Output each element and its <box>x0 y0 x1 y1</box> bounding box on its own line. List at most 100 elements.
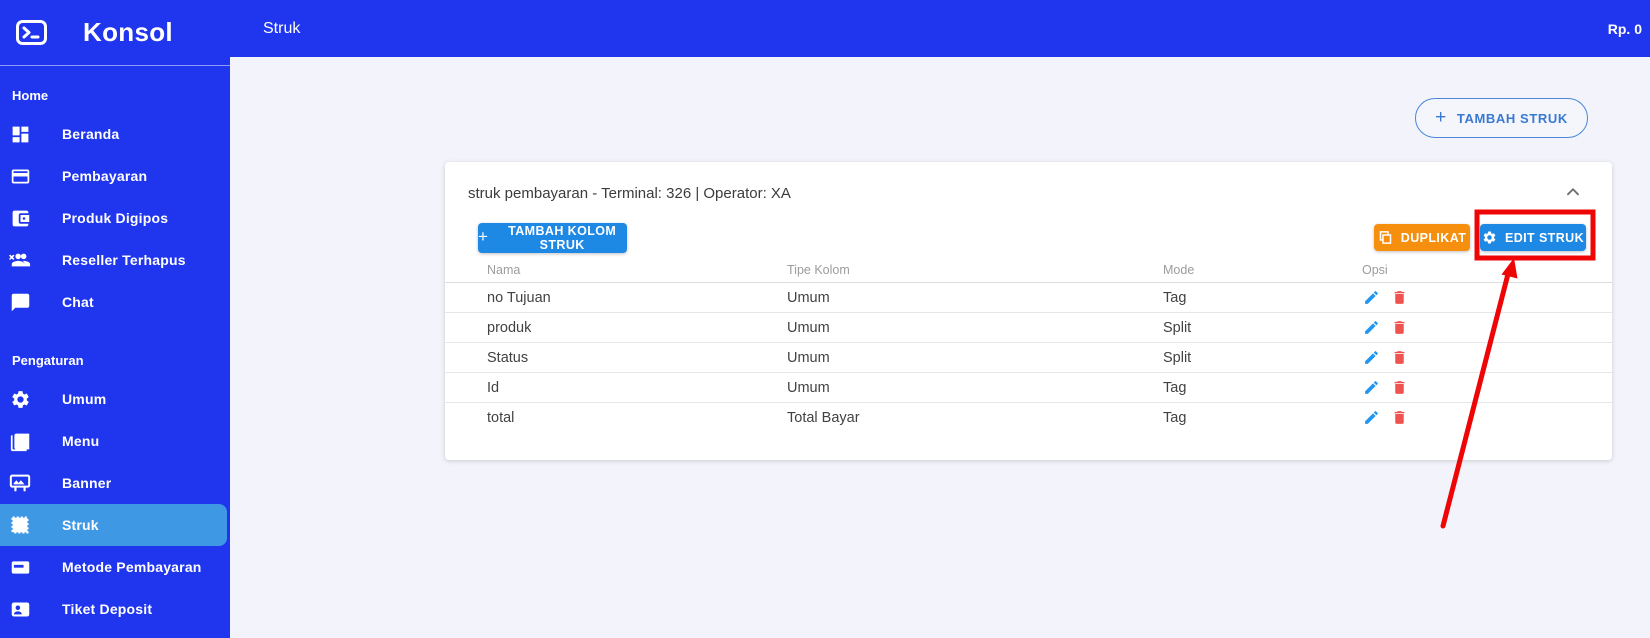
balance-display: Rp. 0 <box>1607 20 1642 37</box>
page-title: Struk <box>263 19 301 37</box>
wallet-icon <box>8 206 32 230</box>
struk-card: struk pembayaran - Terminal: 326 | Opera… <box>445 162 1612 460</box>
sidebar-item-chat[interactable]: Chat <box>0 281 227 323</box>
sidebar-item-banner[interactable]: Banner <box>0 462 227 504</box>
cell-tipe: Umum <box>787 289 830 306</box>
cell-tipe: Umum <box>787 319 830 336</box>
cell-mode: Tag <box>1163 410 1187 426</box>
collapse-button[interactable] <box>1560 180 1586 206</box>
edit-row-button[interactable] <box>1362 379 1380 397</box>
sidebar-item-reseller-terhapus[interactable]: Reseller Terhapus <box>0 239 227 281</box>
brand-title: Konsol <box>83 17 173 47</box>
table-row: Id Umum Tag <box>445 373 1612 403</box>
sidebar-item-label: Pembayaran <box>62 168 148 184</box>
delete-row-button[interactable] <box>1390 409 1408 427</box>
chevron-up-icon <box>1567 187 1579 195</box>
edit-struk-button[interactable]: EDIT STRUK <box>1480 224 1586 251</box>
sidebar-item-label: Banner <box>62 475 112 491</box>
plus-icon: + <box>478 227 489 246</box>
table-header-row: Nama Tipe Kolom Mode Opsi <box>445 258 1612 283</box>
add-column-label: TAMBAH KOLOM STRUK <box>508 224 617 252</box>
cell-opsi <box>1362 319 1612 337</box>
topbar: Struk Rp. 0 <box>230 0 1650 57</box>
edit-row-button[interactable] <box>1362 349 1380 367</box>
cell-tipe: Total Bayar <box>787 410 860 426</box>
sidebar-item-produk-digipos[interactable]: Produk Digipos <box>0 197 227 239</box>
sidebar-item-beranda[interactable]: Beranda <box>0 113 227 155</box>
sidebar-item-label: Chat <box>62 294 94 310</box>
cell-mode: Split <box>1163 349 1192 366</box>
trash-icon <box>1394 350 1404 364</box>
sidebar: Konsol Home Beranda Pembayaran Produk Di… <box>0 0 230 638</box>
gear-icon <box>1483 231 1496 244</box>
plus-icon: + <box>1435 106 1447 128</box>
column-header-nama: Nama <box>487 263 521 277</box>
sidebar-item-menu[interactable]: Menu <box>0 420 227 462</box>
banner-icon <box>8 471 32 495</box>
collections-icon <box>8 429 32 453</box>
receipt-icon <box>8 513 32 537</box>
trash-icon <box>1394 320 1404 334</box>
duplicate-button[interactable]: DUPLIKAT <box>1374 224 1470 251</box>
gear-icon <box>8 387 32 411</box>
payment-card-icon <box>8 555 32 579</box>
credit-card-icon <box>8 164 32 188</box>
cell-mode: Tag <box>1163 379 1187 396</box>
delete-row-button[interactable] <box>1390 349 1408 367</box>
sidebar-item-umum[interactable]: Umum <box>0 378 227 420</box>
section-label-home: Home <box>12 88 49 103</box>
group-remove-icon <box>8 248 32 272</box>
delete-row-button[interactable] <box>1390 319 1408 337</box>
contact-badge-icon <box>8 597 32 621</box>
sidebar-item-struk[interactable]: Struk <box>0 504 227 546</box>
cell-nama: Status <box>487 349 529 366</box>
delete-row-button[interactable] <box>1390 289 1408 307</box>
cell-tipe: Umum <box>787 349 830 366</box>
cell-mode: Split <box>1163 319 1192 336</box>
column-header-tipe-kolom: Tipe Kolom <box>787 263 850 277</box>
sidebar-item-label: Umum <box>62 391 107 407</box>
edit-row-button[interactable] <box>1362 409 1380 427</box>
add-column-button[interactable]: + TAMBAH KOLOM STRUK <box>478 223 627 253</box>
sidebar-item-label: Menu <box>62 433 100 449</box>
pencil-icon <box>1364 290 1378 304</box>
cell-nama: total <box>487 410 515 426</box>
sidebar-item-tiket-deposit[interactable]: Tiket Deposit <box>0 588 227 630</box>
edit-row-button[interactable] <box>1362 319 1380 337</box>
sidebar-item-label: Beranda <box>62 126 120 142</box>
struk-columns-table: Nama Tipe Kolom Mode Opsi no Tujuan Umum… <box>445 258 1612 433</box>
pencil-icon <box>1364 320 1378 334</box>
cell-nama: Id <box>487 379 500 396</box>
section-label-pengaturan: Pengaturan <box>12 353 84 368</box>
cell-tipe: Umum <box>787 379 830 396</box>
trash-icon <box>1394 411 1404 424</box>
card-title: struk pembayaran - Terminal: 326 | Opera… <box>468 185 791 202</box>
trash-icon <box>1394 290 1404 304</box>
pencil-icon <box>1364 411 1378 424</box>
table-row: no Tujuan Umum Tag <box>445 283 1612 313</box>
chat-icon <box>8 290 32 314</box>
cell-opsi <box>1362 289 1612 307</box>
column-header-opsi: Opsi <box>1362 263 1388 277</box>
sidebar-item-pembayaran[interactable]: Pembayaran <box>0 155 227 197</box>
cell-opsi <box>1362 349 1612 367</box>
pencil-icon <box>1364 350 1378 364</box>
add-struk-button[interactable]: + TAMBAH STRUK <box>1415 98 1588 138</box>
cell-opsi <box>1362 409 1612 427</box>
sidebar-item-metode-pembayaran[interactable]: Metode Pembayaran <box>0 546 227 588</box>
cell-opsi <box>1362 379 1612 397</box>
table-row: Status Umum Split <box>445 343 1612 373</box>
sidebar-item-label: Reseller Terhapus <box>62 252 186 268</box>
sidebar-item-label: Metode Pembayaran <box>62 559 202 575</box>
edit-struk-label: EDIT STRUK <box>1505 230 1584 245</box>
trash-icon <box>1394 380 1404 394</box>
copy-icon <box>1379 231 1392 244</box>
main-content: + TAMBAH STRUK struk pembayaran - Termin… <box>230 57 1650 638</box>
table-row: total Total Bayar Tag <box>445 403 1612 433</box>
sidebar-item-label: Produk Digipos <box>62 210 169 226</box>
add-struk-label: TAMBAH STRUK <box>1456 110 1568 126</box>
pencil-icon <box>1364 380 1378 394</box>
table-row: produk Umum Split <box>445 313 1612 343</box>
delete-row-button[interactable] <box>1390 379 1408 397</box>
edit-row-button[interactable] <box>1362 289 1380 307</box>
